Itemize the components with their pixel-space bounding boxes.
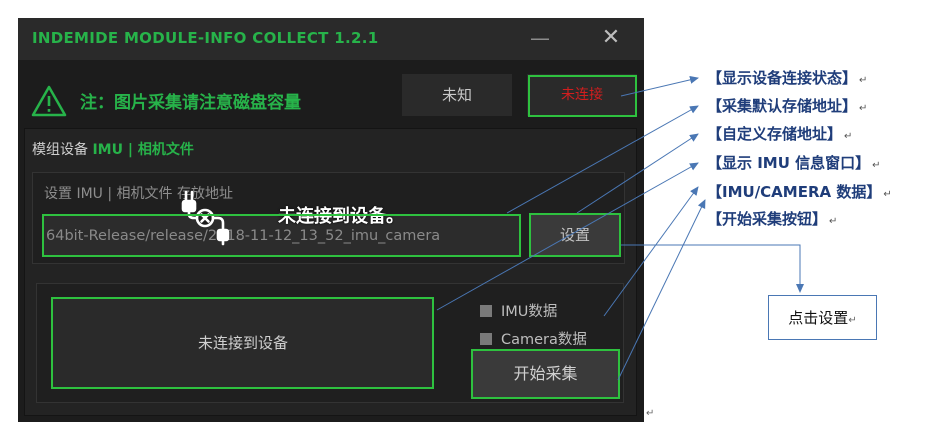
paragraph-mark: ↵: [859, 75, 868, 86]
annotation-text: 【开始采集按钮】: [707, 210, 828, 228]
paragraph-mark: ↵: [646, 408, 655, 419]
annotation-imu-window: 【显示 IMU 信息窗口】 ↵: [707, 152, 881, 173]
annotation-text: 【IMU/CAMERA 数据】: [707, 183, 882, 201]
annotation-text: 【显示设备连接状态】: [707, 69, 858, 87]
annotation-text: 【显示 IMU 信息窗口】: [707, 154, 871, 172]
paragraph-mark: ↵: [883, 189, 892, 200]
annotation-imu-camera-data: 【IMU/CAMERA 数据】 ↵: [707, 181, 892, 202]
click-set-callout: 点击设置↵: [768, 295, 877, 340]
paragraph-mark: ↵: [829, 216, 838, 227]
paragraph-mark: ↵: [872, 160, 881, 171]
paragraph-mark: ↵: [859, 103, 868, 114]
annotation-custom-path: 【自定义存储地址】 ↵: [707, 123, 852, 144]
click-set-label: 点击设置: [788, 309, 849, 327]
annotation-text: 【采集默认存储地址】: [707, 97, 858, 115]
paragraph-mark: ↵: [848, 315, 857, 326]
annotation-text: 【自定义存储地址】: [707, 125, 843, 143]
annotation-connection-status: 【显示设备连接状态】 ↵: [707, 67, 867, 88]
paragraph-mark: ↵: [844, 131, 853, 142]
annotation-start-button: 【开始采集按钮】 ↵: [707, 208, 837, 229]
annotation-default-path: 【采集默认存储地址】 ↵: [707, 95, 867, 116]
